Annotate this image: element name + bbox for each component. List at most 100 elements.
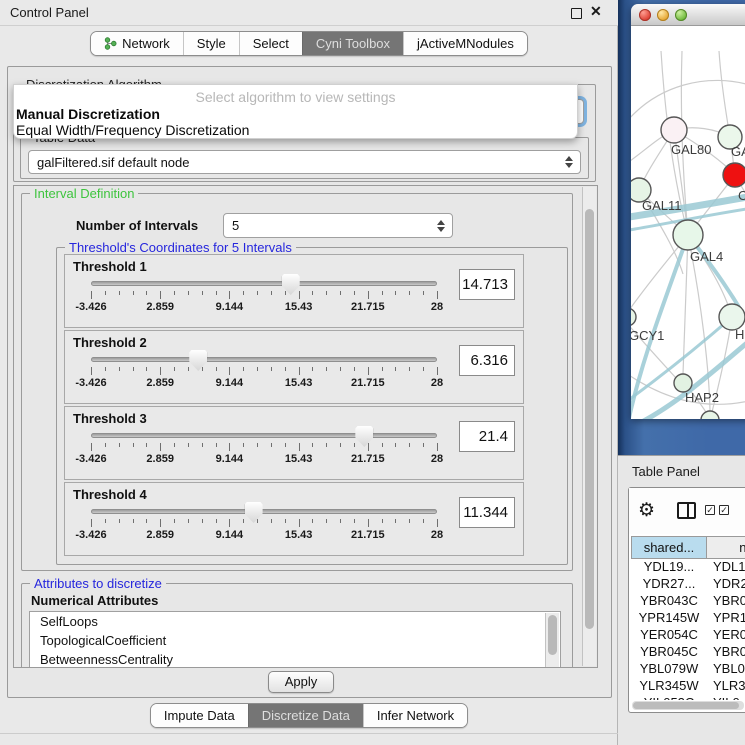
table-toolbar: ⚙ ✓ ✓	[629, 488, 745, 534]
slider-tick	[243, 367, 244, 371]
group-title: Attributes to discretize	[30, 576, 166, 591]
slider-tick	[105, 443, 106, 447]
tab-style[interactable]: Style	[183, 32, 239, 55]
slider-tick	[257, 519, 258, 523]
tab-select[interactable]: Select	[239, 32, 302, 55]
combobox-value: 5	[232, 218, 239, 233]
algorithm-option[interactable]: Equal Width/Frequency Discretization	[16, 122, 249, 138]
group-title: Threshold's Coordinates for 5 Intervals	[65, 240, 296, 255]
list-scrollbar-thumb[interactable]	[548, 615, 557, 655]
table-row[interactable]: YIL052CYIL0	[631, 695, 745, 700]
threshold-value-field[interactable]: 6.316	[459, 345, 515, 376]
close-icon[interactable]: ✕	[590, 3, 602, 20]
table-data-combobox[interactable]: galFiltered.sif default node	[28, 150, 581, 174]
tab-label: Discretize Data	[262, 708, 350, 723]
cell-shared-name: YBR043C	[631, 593, 707, 608]
tab-infer-network[interactable]: Infer Network	[363, 704, 467, 727]
algorithm-dropdown-popup: Select algorithm to view settings Manual…	[13, 84, 578, 139]
attribute-item[interactable]: SelfLoops	[30, 612, 560, 631]
table-row[interactable]: YBR043C YBR0	[631, 593, 745, 610]
tab-impute-data[interactable]: Impute Data	[151, 704, 248, 727]
float-window-icon[interactable]	[571, 8, 582, 19]
checkbox-checked-icon[interactable]: ✓	[705, 505, 715, 515]
threshold-value-field[interactable]: 21.4	[459, 421, 515, 452]
slider-tick	[91, 443, 92, 451]
slider-handle[interactable]	[245, 502, 263, 523]
network-node[interactable]	[673, 220, 703, 250]
table-row[interactable]: YPR145WYPR1	[631, 610, 745, 627]
table-hscrollbar-thumb[interactable]	[633, 702, 739, 709]
tab-cyni-toolbox[interactable]: Cyni Toolbox	[302, 32, 403, 55]
slider-track[interactable]	[91, 357, 437, 362]
minimize-traffic-light-icon[interactable]	[657, 9, 669, 21]
gear-icon[interactable]: ⚙	[638, 499, 655, 522]
network-canvas[interactable]: GAL80GACGAL11GAL4GCY1HHAP2	[631, 26, 745, 419]
column-header-shared-name[interactable]: shared...	[631, 536, 707, 559]
table-hscrollbar[interactable]	[632, 701, 744, 710]
slider-tick	[216, 367, 217, 371]
panel-scrollbar-thumb[interactable]	[585, 209, 594, 629]
table-row[interactable]: YBL079WYBL0	[631, 661, 745, 678]
slider-track[interactable]	[91, 509, 437, 514]
network-window-titlebar[interactable]	[631, 4, 745, 26]
algorithm-option[interactable]: Manual Discretization	[16, 106, 160, 122]
attribute-item[interactable]: BetweennessCentrality	[30, 650, 560, 668]
tab-network[interactable]: Network	[91, 32, 183, 55]
slider-tick	[409, 519, 410, 523]
slider-tick	[229, 291, 230, 299]
cell-shared-name: YPR145W	[631, 610, 707, 625]
tab-jactivemnodules[interactable]: jActiveMNodules	[403, 32, 527, 55]
table-row[interactable]: YDL19...YDL1	[631, 559, 745, 576]
scale-label: -3.426	[75, 453, 106, 465]
threshold-label: Threshold 3	[73, 411, 147, 426]
slider-tick	[340, 291, 341, 295]
scale-label: 2.859	[146, 529, 174, 541]
tab-discretize-data[interactable]: Discretize Data	[248, 704, 363, 727]
cell-name: YBR0	[713, 593, 745, 608]
threshold-label: Threshold 2	[73, 335, 147, 350]
slider-tick	[340, 519, 341, 523]
zoom-traffic-light-icon[interactable]	[675, 9, 687, 21]
threshold-value-field[interactable]: 11.344	[459, 497, 515, 528]
slider-handle[interactable]	[189, 350, 207, 371]
table-row[interactable]: YLR345WYLR3	[631, 678, 745, 695]
slider-track[interactable]	[91, 281, 437, 286]
node-label: C	[738, 188, 745, 203]
panel-scrollbar[interactable]	[582, 187, 596, 666]
slider-tick	[437, 443, 438, 451]
slider-tick	[437, 367, 438, 375]
network-view-window[interactable]: GAL80GACGAL11GAL4GCY1HHAP2	[631, 4, 745, 419]
numerical-attributes-list[interactable]: SelfLoopsTopologicalCoefficientBetweenne…	[29, 611, 561, 668]
threshold-label: Threshold 4	[73, 487, 147, 502]
apply-button[interactable]: Apply	[268, 671, 334, 693]
slider-tick	[160, 291, 161, 299]
threshold-value-field[interactable]: 14.713	[459, 269, 515, 300]
split-columns-icon[interactable]	[677, 502, 696, 519]
table-row[interactable]: YBR045CYBR0	[631, 644, 745, 661]
close-traffic-light-icon[interactable]	[639, 9, 651, 21]
network-node[interactable]	[631, 308, 636, 326]
table-row[interactable]: YDR27...YDR2	[631, 576, 745, 593]
network-edge	[631, 80, 745, 126]
slider-track[interactable]	[91, 433, 437, 438]
slider-tick	[243, 291, 244, 295]
slider-handle[interactable]	[355, 426, 373, 447]
column-header-name[interactable]: na	[707, 536, 745, 559]
network-node[interactable]	[701, 411, 719, 419]
scale-label: 2.859	[146, 301, 174, 313]
list-scrollbar[interactable]	[545, 613, 559, 668]
slider-tick	[174, 443, 175, 447]
cell-name: YDR2	[713, 576, 745, 591]
slider-tick	[285, 291, 286, 295]
scale-label: -3.426	[75, 377, 106, 389]
num-intervals-combobox[interactable]: 5	[223, 213, 453, 238]
scale-label: 21.715	[351, 301, 385, 313]
network-node[interactable]	[661, 117, 687, 143]
network-node[interactable]	[723, 163, 745, 187]
slider-tick	[312, 519, 313, 523]
scale-label: 9.144	[216, 529, 244, 541]
attribute-item[interactable]: TopologicalCoefficient	[30, 631, 560, 650]
slider-tick	[312, 291, 313, 295]
checkbox-checked-icon[interactable]: ✓	[719, 505, 729, 515]
table-row[interactable]: YER054CYER0	[631, 627, 745, 644]
